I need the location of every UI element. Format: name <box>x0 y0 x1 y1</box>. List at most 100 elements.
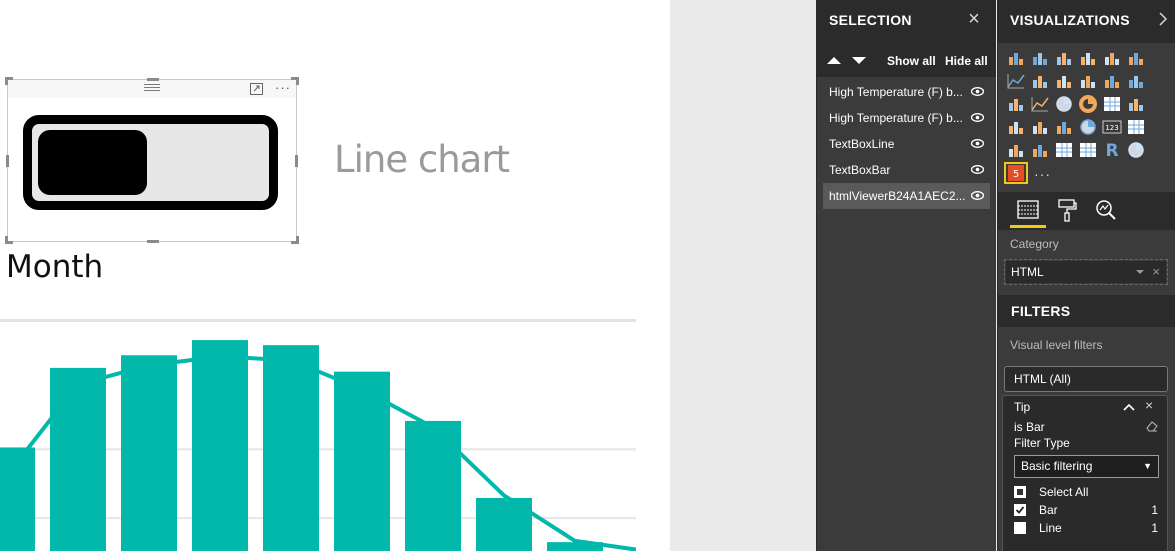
map-icon[interactable] <box>1126 95 1146 113</box>
chart-bar[interactable] <box>405 420 461 551</box>
line-chart-textbox[interactable]: Line chart <box>334 138 510 181</box>
resize-corner-tl[interactable] <box>5 77 13 85</box>
filter-option-line[interactable]: Line 1 <box>1014 520 1164 536</box>
resize-corner-bl[interactable] <box>5 236 13 244</box>
filled-map-icon[interactable] <box>1006 118 1026 136</box>
table-icon[interactable] <box>1054 141 1074 159</box>
fields-tab-icon[interactable] <box>1016 198 1040 222</box>
bring-forward-icon[interactable] <box>827 57 841 64</box>
resize-handle-left[interactable] <box>6 155 9 167</box>
pie-icon[interactable] <box>1054 95 1074 113</box>
slicer-icon[interactable] <box>1030 141 1050 159</box>
line-chart-icon[interactable] <box>1006 72 1026 90</box>
chart-bar[interactable] <box>192 340 248 551</box>
filter-option-select-all[interactable]: Select All <box>1014 484 1164 500</box>
resize-handle-bottom[interactable] <box>147 240 159 243</box>
remove-field-icon[interactable]: × <box>1152 261 1160 283</box>
toggle-knob[interactable] <box>38 130 147 195</box>
option-label: Line <box>1039 521 1062 535</box>
scatter-icon[interactable] <box>1030 95 1050 113</box>
close-icon[interactable]: × <box>966 9 982 29</box>
visualizations-header: VISUALIZATIONS <box>998 0 1175 43</box>
show-all-button[interactable]: Show all <box>887 54 936 68</box>
eye-icon[interactable] <box>971 113 984 122</box>
resize-handle-top[interactable] <box>147 78 159 81</box>
stacked-bar-icon[interactable] <box>1006 49 1026 67</box>
selection-title: SELECTION <box>829 12 912 28</box>
eye-icon[interactable] <box>971 191 984 200</box>
bar-line-chart[interactable] <box>0 330 636 551</box>
resize-handle-right[interactable] <box>295 155 298 167</box>
chart-bar[interactable] <box>121 355 177 551</box>
remove-filter-icon[interactable]: × <box>1145 397 1153 413</box>
tip-filter-title: Tip <box>1014 400 1031 414</box>
resize-corner-tr[interactable] <box>291 77 299 85</box>
filter-type-label: Filter Type <box>1014 436 1070 450</box>
eye-icon[interactable] <box>971 139 984 148</box>
treemap-icon[interactable] <box>1102 95 1122 113</box>
focus-mode-icon[interactable] <box>250 83 263 95</box>
globe-icon[interactable] <box>1126 141 1146 159</box>
checkbox-partial[interactable] <box>1014 486 1026 498</box>
selection-item[interactable]: High Temperature (F) b... <box>823 105 990 131</box>
html-viewer-visual[interactable]: ··· <box>5 77 299 244</box>
selection-item-selected[interactable]: htmlViewerB24A1AEC2... <box>823 183 990 209</box>
funnel-icon[interactable] <box>1054 118 1074 136</box>
report-canvas: ··· Line chart Month <box>0 0 670 551</box>
line-clustered-column-icon[interactable] <box>1102 72 1122 90</box>
area-chart-icon[interactable] <box>1030 72 1050 90</box>
checkbox-unchecked[interactable] <box>1014 522 1026 534</box>
100-column-icon[interactable] <box>1126 49 1146 67</box>
resize-corner-br[interactable] <box>291 236 299 244</box>
matrix-icon[interactable] <box>1078 141 1098 159</box>
selection-item[interactable]: High Temperature (F) b... <box>823 79 990 105</box>
hide-all-button[interactable]: Hide all <box>945 54 988 68</box>
eye-icon[interactable] <box>971 87 984 96</box>
analytics-magnifier-icon[interactable] <box>1094 198 1118 222</box>
waterfall-icon[interactable] <box>1006 95 1026 113</box>
toggle-switch[interactable] <box>23 115 278 210</box>
selection-item-label: TextBoxLine <box>829 137 895 151</box>
filter-type-select[interactable]: Basic filtering ▼ <box>1014 455 1159 478</box>
send-backward-icon[interactable] <box>852 57 866 64</box>
month-axis-title: Month <box>6 249 104 285</box>
r-visual-icon[interactable]: R <box>1102 141 1122 161</box>
multi-row-card-icon[interactable] <box>1126 118 1146 136</box>
checkbox-checked[interactable] <box>1014 504 1026 516</box>
selection-item[interactable]: TextBoxBar <box>823 157 990 183</box>
option-count: 1 <box>1151 503 1158 517</box>
stacked-column-icon[interactable] <box>1030 49 1050 67</box>
filter-option-bar[interactable]: Bar 1 <box>1014 502 1164 518</box>
active-tab-indicator <box>1010 225 1046 228</box>
canvas-background <box>670 0 816 551</box>
eye-icon[interactable] <box>971 165 984 174</box>
option-label: Bar <box>1039 503 1058 517</box>
tip-filter-card: Tip × is Bar Filter Type Basic filtering… <box>1002 395 1168 551</box>
drag-grip-icon[interactable] <box>144 84 160 92</box>
eraser-icon[interactable] <box>1145 420 1158 432</box>
more-visuals-icon[interactable]: ··· <box>1034 166 1051 182</box>
dropdown-caret-icon[interactable] <box>1136 270 1144 274</box>
chart-bar[interactable] <box>50 367 106 551</box>
shape-map-icon[interactable] <box>1030 118 1050 136</box>
selection-item[interactable]: TextBoxLine <box>823 131 990 157</box>
chevron-up-icon[interactable] <box>1123 403 1135 411</box>
chart-bar[interactable] <box>263 345 319 551</box>
line-column-icon[interactable] <box>1078 72 1098 90</box>
html-filter-card[interactable]: HTML (All) <box>1004 366 1168 392</box>
clustered-bar-icon[interactable] <box>1054 49 1074 67</box>
svg-text:R: R <box>1105 141 1118 159</box>
stacked-area-icon[interactable] <box>1054 72 1074 90</box>
donut-icon[interactable] <box>1078 95 1098 113</box>
100-bar-icon[interactable] <box>1102 49 1122 67</box>
category-field-pill[interactable]: HTML × <box>1006 261 1166 283</box>
html-viewer-icon[interactable]: 5 <box>1004 162 1028 184</box>
clustered-column-icon[interactable] <box>1078 49 1098 67</box>
format-paint-roller-icon[interactable] <box>1055 198 1079 222</box>
selection-toolbar: Show all Hide all <box>817 43 996 77</box>
chevron-right-icon[interactable] <box>1158 12 1167 26</box>
gauge-icon[interactable] <box>1078 118 1098 136</box>
card-icon[interactable]: 123 <box>1102 118 1122 136</box>
kpi-icon[interactable] <box>1006 141 1026 159</box>
ribbon-chart-icon[interactable] <box>1126 72 1146 90</box>
